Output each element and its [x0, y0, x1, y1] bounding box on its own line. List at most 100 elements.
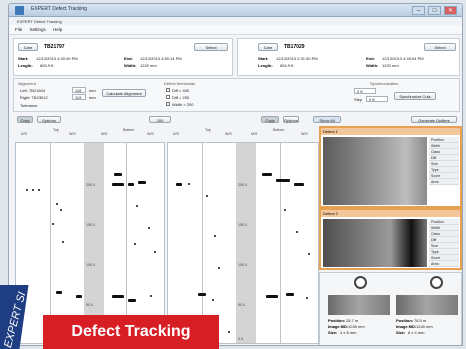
defect-1-fields: Position Width Class Diff Size Type Scor…	[429, 137, 459, 205]
left-col-ds: D/S	[21, 132, 27, 136]
defect-image-panel-1[interactable]: Defect 1 Position Width Class Diff Size …	[319, 126, 462, 208]
sync-offset-input[interactable]: 0 ft	[354, 88, 376, 94]
defect-cluster[interactable]	[198, 293, 206, 296]
defect-cluster[interactable]	[176, 183, 182, 186]
left-width-value: 1220 mm	[140, 63, 157, 68]
right-length-label: Length:	[258, 63, 273, 68]
right-roll-panel: Cam TB17029 Select Start: 12/13/2013 2:3…	[237, 38, 460, 76]
alignment-right-input[interactable]: 119	[72, 94, 86, 100]
defect-marker[interactable]	[206, 195, 208, 197]
threshold-2-checkbox[interactable]	[166, 95, 170, 99]
left-col-ws: W/S	[69, 132, 76, 136]
defect-marker[interactable]	[284, 209, 286, 211]
t1-pos-label: Position:	[328, 318, 346, 323]
right-end-value: 12/13/2013 4:49:04 PM	[382, 56, 424, 61]
right-col-ws2: W/S	[301, 132, 308, 136]
defect-marker[interactable]	[32, 189, 34, 191]
left-map-gridline-1	[50, 143, 51, 343]
defect-cluster[interactable]	[138, 181, 146, 184]
threshold-2-label: Diff > 250	[172, 95, 190, 100]
defect-cluster[interactable]	[276, 179, 290, 182]
defect-marker[interactable]	[60, 209, 62, 211]
thumbnail-2-image[interactable]	[396, 295, 458, 315]
defect-marker[interactable]	[308, 253, 310, 255]
alignment-right-label: Right: TB23012	[20, 95, 48, 100]
defect-marker[interactable]	[52, 223, 54, 225]
thumbnail-2-marker-icon[interactable]	[430, 276, 443, 289]
defect-marker[interactable]	[188, 183, 190, 185]
close-button[interactable]: ✕	[444, 6, 457, 15]
minimize-button[interactable]: –	[412, 6, 425, 15]
menu-file[interactable]: File	[15, 27, 22, 32]
defect-cluster[interactable]	[286, 293, 294, 296]
defect-cluster[interactable]	[262, 173, 272, 176]
left-zoom-dropdown[interactable]: 200	[149, 116, 171, 123]
menu-help[interactable]: Help	[53, 27, 62, 32]
right-roll-id: TB17029	[284, 44, 305, 50]
sync-step-input[interactable]: 0 ft	[366, 96, 388, 102]
left-col-top: Top	[53, 128, 59, 132]
threshold-1-checkbox[interactable]	[166, 88, 170, 92]
graph-column-headers: D/S Top W/S M/S Bottom W/S D/S Top W/S M…	[15, 126, 321, 142]
alignment-left-input[interactable]: 118	[72, 87, 86, 93]
tolerance-label: Tolerance	[20, 103, 38, 108]
thumbnail-1-image[interactable]	[328, 295, 390, 315]
defect-marker[interactable]	[38, 189, 40, 191]
right-map-gridline-2	[280, 143, 281, 343]
defect-marker[interactable]	[218, 267, 220, 269]
defect-marker[interactable]	[214, 235, 216, 237]
menu-settings[interactable]: Settings	[30, 27, 46, 32]
defect-marker[interactable]	[212, 299, 214, 301]
defect-1-image[interactable]	[323, 137, 427, 205]
left-length-value: 893.9 ft	[40, 63, 54, 68]
right-length-value: 894.9 ft	[280, 63, 294, 68]
defect-marker[interactable]	[26, 189, 28, 191]
defect-marker[interactable]	[228, 331, 230, 333]
defect-marker[interactable]	[154, 251, 156, 253]
left-col-ws2: W/S	[147, 132, 154, 136]
defect-cluster[interactable]	[76, 295, 82, 298]
defect-cluster[interactable]	[112, 183, 124, 186]
defect-marker[interactable]	[296, 231, 298, 233]
alignment-unit-2: mm	[89, 95, 96, 100]
defect-cluster[interactable]	[128, 299, 136, 302]
left-end-label: End:	[124, 56, 133, 61]
right-width-value: 1220 mm	[382, 63, 399, 68]
right-camera-select[interactable]: Cam	[258, 43, 278, 51]
right-copy-button[interactable]: Copy	[261, 116, 279, 123]
right-col-ws: W/S	[225, 132, 232, 136]
synchronize-cuts-button[interactable]: Synchronize Cuts	[394, 92, 436, 100]
generate-outliers-button[interactable]: Generate Outliers	[411, 116, 457, 123]
defect-cluster[interactable]	[56, 291, 62, 294]
left-camera-select[interactable]: Cam	[18, 43, 38, 51]
left-axis-1: 200.0	[86, 183, 95, 187]
defect-cluster[interactable]	[266, 295, 278, 298]
defect-2-image[interactable]	[323, 219, 427, 267]
maximize-button[interactable]: □	[428, 6, 441, 15]
thumbnail-1-marker-icon[interactable]	[354, 276, 367, 289]
defect-marker[interactable]	[136, 205, 138, 207]
calculate-alignment-button[interactable]: Calculate Alignment	[102, 89, 146, 97]
right-defect-map[interactable]: 200.0 150.0 100.0 50.0 0.0	[167, 142, 319, 344]
defect-marker[interactable]	[148, 227, 150, 229]
left-copy-button[interactable]: Copy	[17, 116, 33, 123]
defect-marker[interactable]	[62, 241, 64, 243]
defect-1-field: Area	[429, 179, 459, 185]
defect-image-panel-2[interactable]: Defect 2 Position Width Class Diff Size …	[319, 208, 462, 270]
threshold-3-checkbox[interactable]	[166, 102, 170, 106]
right-settings-button[interactable]: Options	[283, 116, 299, 123]
right-start-value: 12/13/2013 2:31:30 PM	[276, 56, 318, 61]
defect-marker[interactable]	[150, 295, 152, 297]
defect-cluster[interactable]	[294, 183, 304, 186]
left-defect-map[interactable]: 200.0 150.0 100.0 50.0 0.0	[15, 142, 165, 344]
defect-cluster[interactable]	[128, 183, 134, 186]
defect-cluster[interactable]	[114, 173, 122, 176]
defect-marker[interactable]	[306, 297, 308, 299]
defect-marker[interactable]	[134, 243, 136, 245]
defect-cluster[interactable]	[112, 295, 124, 298]
left-options-button[interactable]: Options	[37, 116, 61, 123]
left-select-button[interactable]: Select	[194, 43, 228, 51]
show-all-button[interactable]: Show All	[313, 116, 341, 123]
defect-marker[interactable]	[56, 203, 58, 205]
right-select-button[interactable]: Select	[424, 43, 456, 51]
